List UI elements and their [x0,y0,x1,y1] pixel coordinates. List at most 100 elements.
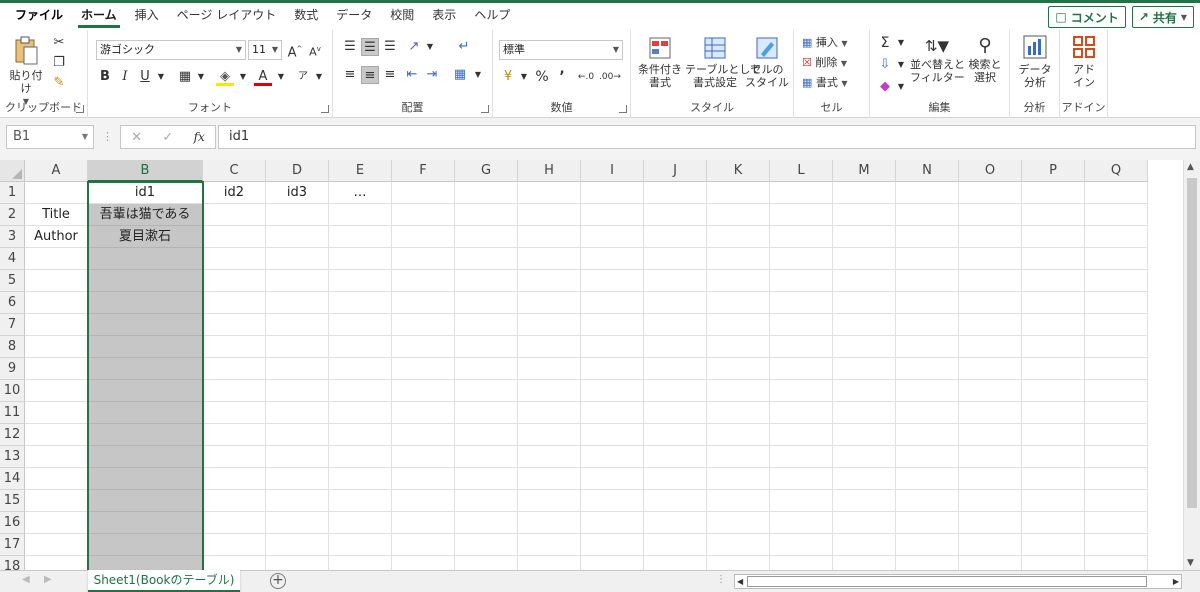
decrease-indent-icon[interactable]: ⇤ [403,66,421,84]
cell-c14[interactable] [203,468,266,490]
cell-c1[interactable]: id2 [203,182,266,204]
cell-k12[interactable] [707,424,770,446]
cell-g7[interactable] [455,314,518,336]
cell-q17[interactable] [1085,534,1148,556]
cell-h17[interactable] [518,534,581,556]
cell-q5[interactable] [1085,270,1148,292]
tab-page-layout[interactable]: ページ レイアウト [168,6,286,30]
cell-o10[interactable] [959,380,1022,402]
cell-g13[interactable] [455,446,518,468]
cell-i2[interactable] [581,204,644,226]
cell-k11[interactable] [707,402,770,424]
add-sheet-icon[interactable]: + [270,573,286,589]
cell-a15[interactable] [25,490,88,512]
find-select-button[interactable]: ⚲ 検索と 選択 [964,34,1006,84]
cell-n9[interactable] [896,358,959,380]
row-header-6[interactable]: 6 [0,292,25,314]
cell-l12[interactable] [770,424,833,446]
cell-j12[interactable] [644,424,707,446]
cell-g2[interactable] [455,204,518,226]
cell-e7[interactable] [329,314,392,336]
cell-o6[interactable] [959,292,1022,314]
row-header-3[interactable]: 3 [0,226,25,248]
cell-p18[interactable] [1022,556,1085,570]
merge-center-icon[interactable]: ▦ [451,66,469,84]
format-painter-icon[interactable]: ✎ [50,74,68,92]
align-center-icon[interactable]: ≡ [361,66,379,84]
cell-d15[interactable] [266,490,329,512]
cell-l13[interactable] [770,446,833,468]
cell-d6[interactable] [266,292,329,314]
copy-icon[interactable]: ❐ [50,54,68,72]
cell-a17[interactable] [25,534,88,556]
cell-h3[interactable] [518,226,581,248]
cell-a13[interactable] [25,446,88,468]
cell-i8[interactable] [581,336,644,358]
cell-d11[interactable] [266,402,329,424]
cell-p8[interactable] [1022,336,1085,358]
cell-i11[interactable] [581,402,644,424]
cell-p9[interactable] [1022,358,1085,380]
align-top-icon[interactable]: ☰ [341,38,359,56]
cell-q14[interactable] [1085,468,1148,490]
cell-a5[interactable] [25,270,88,292]
cell-b1[interactable]: id1 [88,182,203,204]
insert-cells-button[interactable]: ▦ 挿入 ▼ [802,36,848,50]
cell-f17[interactable] [392,534,455,556]
cell-e12[interactable] [329,424,392,446]
cell-j6[interactable] [644,292,707,314]
cell-b9[interactable] [88,358,203,380]
cell-j18[interactable] [644,556,707,570]
font-name-select[interactable]: 游ゴシック ▼ [96,40,246,60]
cell-b18[interactable] [88,556,203,570]
alignment-launcher-icon[interactable] [481,105,489,113]
cell-n6[interactable] [896,292,959,314]
cell-l7[interactable] [770,314,833,336]
percent-icon[interactable]: % [533,68,551,86]
cell-p1[interactable] [1022,182,1085,204]
cell-b5[interactable] [88,270,203,292]
number-launcher-icon[interactable] [619,105,627,113]
cell-l10[interactable] [770,380,833,402]
cell-g5[interactable] [455,270,518,292]
cell-k6[interactable] [707,292,770,314]
chevron-down-icon[interactable]: ▼ [272,68,290,86]
cell-g10[interactable] [455,380,518,402]
cell-o1[interactable] [959,182,1022,204]
cell-b16[interactable] [88,512,203,534]
cell-o11[interactable] [959,402,1022,424]
cell-e6[interactable] [329,292,392,314]
cell-b17[interactable] [88,534,203,556]
cell-l16[interactable] [770,512,833,534]
cell-n11[interactable] [896,402,959,424]
horizontal-scrollbar[interactable]: ◀ ▶ [734,574,1182,589]
chevron-down-icon[interactable]: ▼ [152,68,170,86]
cell-p2[interactable] [1022,204,1085,226]
cell-n1[interactable] [896,182,959,204]
name-box[interactable]: B1 ▼ [6,125,94,149]
chevron-down-icon[interactable]: ▼ [892,56,910,74]
cell-q13[interactable] [1085,446,1148,468]
cell-p3[interactable] [1022,226,1085,248]
format-cells-button[interactable]: ▦ 書式 ▼ [802,76,848,90]
cell-p13[interactable] [1022,446,1085,468]
cell-d8[interactable] [266,336,329,358]
cell-a16[interactable] [25,512,88,534]
sheet-tab[interactable]: Sheet1(Bookのテーブル) [88,570,240,592]
cell-m5[interactable] [833,270,896,292]
cut-icon[interactable]: ✂ [50,34,68,52]
cell-o3[interactable] [959,226,1022,248]
cell-q15[interactable] [1085,490,1148,512]
row-header-11[interactable]: 11 [0,402,25,424]
cell-c4[interactable] [203,248,266,270]
row-header-8[interactable]: 8 [0,336,25,358]
cell-d12[interactable] [266,424,329,446]
cell-k4[interactable] [707,248,770,270]
cell-k13[interactable] [707,446,770,468]
delete-cells-button[interactable]: ☒ 削除 ▼ [802,56,847,70]
row-header-5[interactable]: 5 [0,270,25,292]
cell-i14[interactable] [581,468,644,490]
cell-m8[interactable] [833,336,896,358]
cell-h6[interactable] [518,292,581,314]
cell-o13[interactable] [959,446,1022,468]
